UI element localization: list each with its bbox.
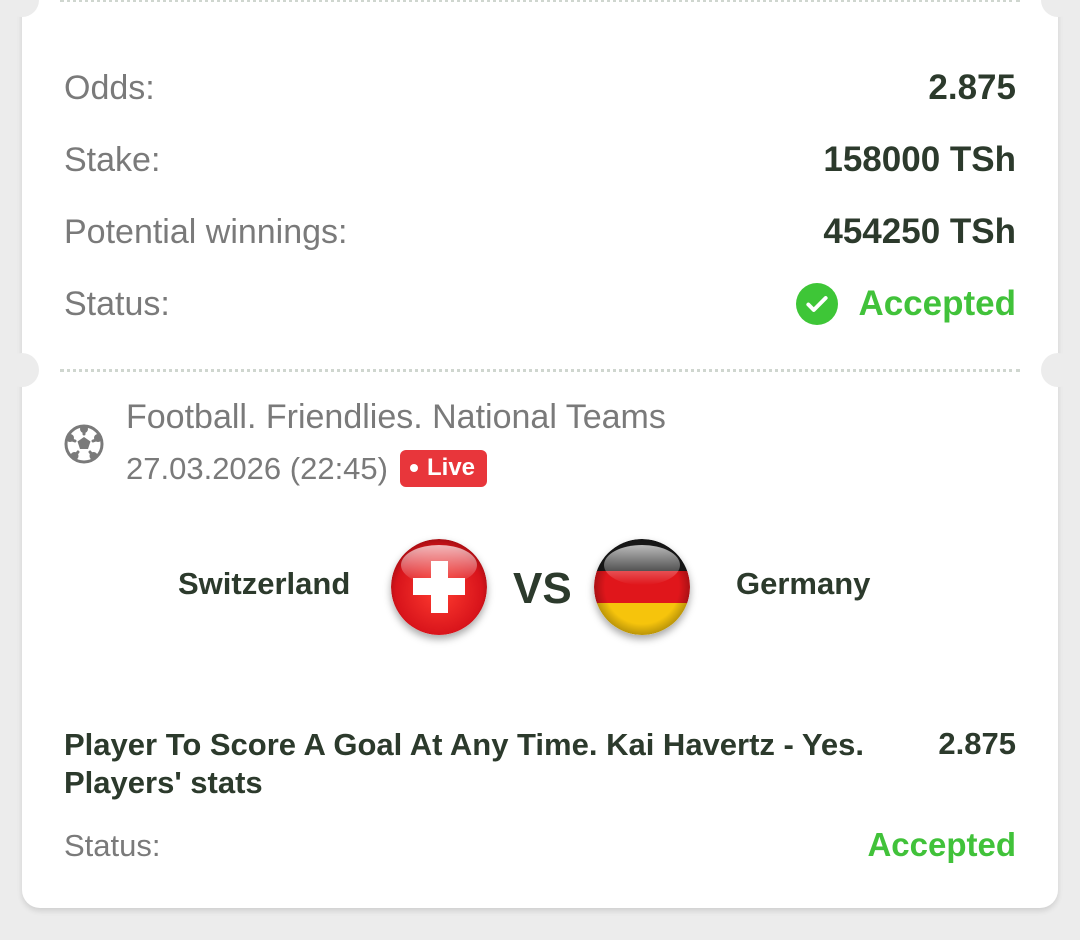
stake-row: Stake: 158000 TSh [64, 135, 1016, 185]
winnings-row: Potential winnings: 454250 TSh [64, 207, 1016, 257]
event-datetime-row: 27.03.2026 (22:45) Live [126, 450, 488, 487]
ticket-notch-left-top [5, 0, 39, 17]
status-value-group: Accepted [796, 283, 1016, 325]
germany-flag-icon [594, 539, 690, 635]
ticket-notch-right-top [1041, 0, 1075, 17]
odds-row: Odds: 2.875 [64, 63, 1016, 113]
status-value: Accepted [858, 284, 1016, 323]
switzerland-flag-icon [391, 539, 487, 635]
away-team-name: Germany [736, 566, 871, 601]
winnings-label: Potential winnings: [64, 212, 348, 251]
stake-label: Stake: [64, 140, 161, 179]
event-datetime: 27.03.2026 (22:45) [126, 450, 388, 486]
ticket-notch-left-mid [5, 353, 39, 387]
stake-value: 158000 TSh [823, 140, 1016, 179]
league-title: Football. Friendlies. National Teams [126, 398, 666, 436]
odds-label: Odds: [64, 68, 155, 107]
live-badge: Live [400, 450, 488, 487]
selection-status-value: Accepted [867, 826, 1016, 863]
soccer-ball-icon [64, 424, 104, 464]
flag-gloss [604, 545, 680, 585]
winnings-value: 454250 TSh [823, 212, 1016, 251]
flag-gloss [401, 545, 477, 585]
home-team-name: Switzerland [178, 566, 351, 601]
dotted-divider-mid [60, 369, 1020, 372]
check-circle-icon [796, 283, 839, 325]
selection-status-label: Status: [64, 828, 161, 863]
vs-label: VS [513, 564, 572, 613]
dotted-divider-top [60, 0, 1020, 2]
selection-market: Player To Score A Goal At Any Time. Kai … [64, 727, 864, 800]
status-row: Status: Accepted [64, 279, 1016, 329]
status-label: Status: [64, 284, 170, 323]
odds-value: 2.875 [928, 68, 1016, 107]
ticket-notch-right-mid [1041, 353, 1075, 387]
selection-odds: 2.875 [938, 726, 1016, 761]
live-label: Live [427, 454, 476, 481]
live-dot-icon [410, 464, 418, 472]
